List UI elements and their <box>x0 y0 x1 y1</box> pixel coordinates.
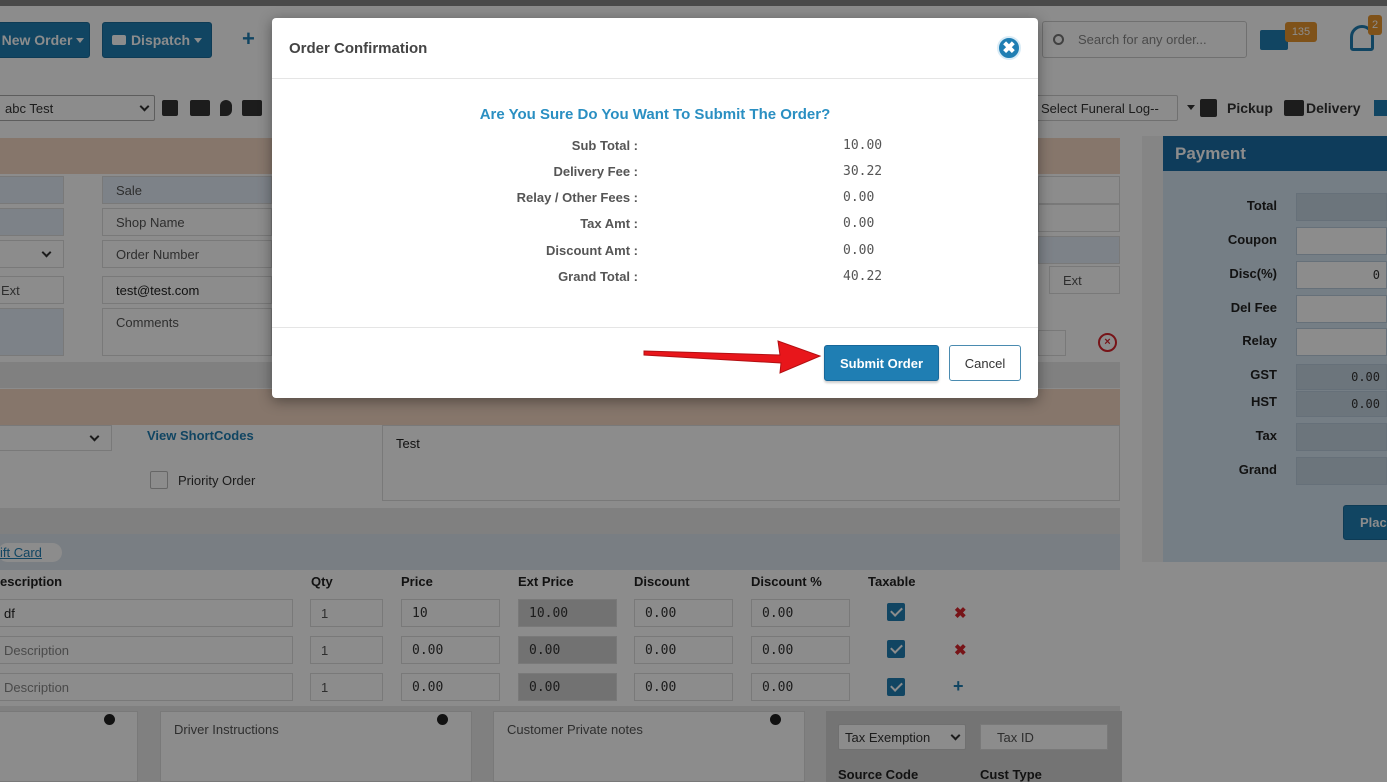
summary-label: Grand Total : <box>558 269 638 284</box>
summary-value: 30.22 <box>843 164 883 179</box>
summary-row-tax-amt: Tax Amt : 0.00 <box>272 216 1038 236</box>
modal-body: Are You Sure Do You Want To Submit The O… <box>272 79 1038 328</box>
modal-title: Order Confirmation <box>289 39 428 57</box>
summary-label: Discount Amt : <box>546 243 638 258</box>
summary-value: 0.00 <box>843 190 875 205</box>
summary-label: Delivery Fee : <box>553 164 638 179</box>
red-arrow-annotation <box>643 340 822 374</box>
summary-label: Tax Amt : <box>580 216 638 231</box>
summary-row-delivery-fee: Delivery Fee : 30.22 <box>272 164 1038 184</box>
modal-footer: Submit Order Cancel <box>272 328 1038 398</box>
summary-row-grand-total: Grand Total : 40.22 <box>272 269 1038 289</box>
summary-row-relay-fees: Relay / Other Fees : 0.00 <box>272 190 1038 210</box>
cancel-button[interactable]: Cancel <box>949 345 1021 381</box>
summary-label: Sub Total : <box>571 138 638 153</box>
summary-row-discount-amt: Discount Amt : 0.00 <box>272 243 1038 263</box>
confirmation-question: Are You Sure Do You Want To Submit The O… <box>479 106 831 123</box>
summary-label: Relay / Other Fees : <box>516 190 638 205</box>
summary-value: 10.00 <box>843 138 883 153</box>
summary-value: 0.00 <box>843 216 875 231</box>
summary-row-sub-total: Sub Total : 10.00 <box>272 138 1038 158</box>
order-confirmation-modal: Order Confirmation ✖ Are You Sure Do You… <box>272 18 1038 398</box>
summary-value: 40.22 <box>843 269 883 284</box>
close-icon[interactable]: ✖ <box>997 36 1021 60</box>
submit-order-button[interactable]: Submit Order <box>824 345 939 381</box>
summary-value: 0.00 <box>843 243 875 258</box>
modal-header: Order Confirmation ✖ <box>272 18 1038 79</box>
